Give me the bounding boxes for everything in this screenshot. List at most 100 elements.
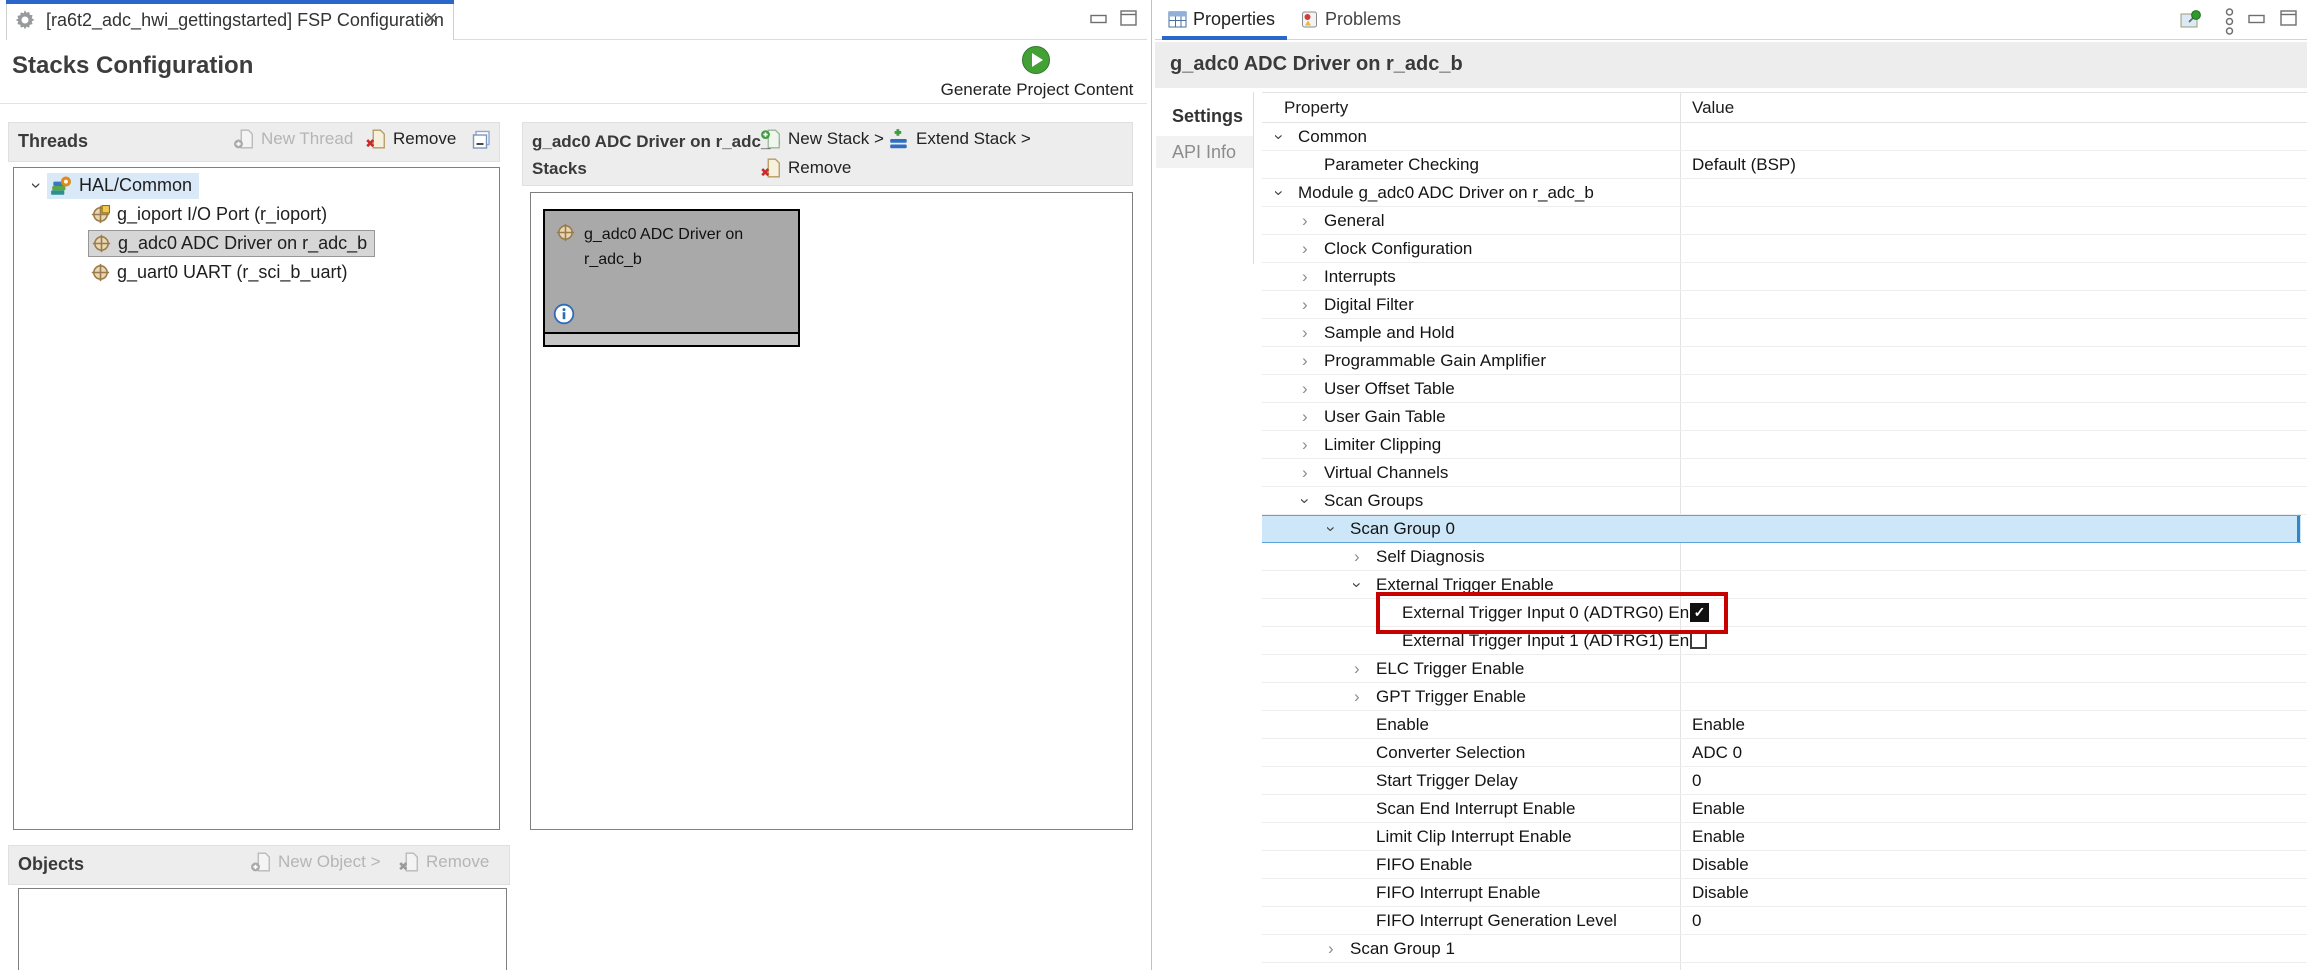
collapse-all-icon[interactable] (472, 130, 493, 151)
property-row-enable[interactable]: EnableEnable (1262, 711, 2307, 739)
chevron-right-icon[interactable]: › (1354, 659, 1360, 679)
property-value[interactable]: Enable (1692, 795, 1745, 822)
remove-object-button[interactable]: Remove (398, 851, 489, 873)
chevron-right-icon[interactable]: › (1302, 407, 1308, 427)
property-row-clock-configuration[interactable]: ›Clock Configuration (1262, 235, 2307, 263)
chevron-right-icon[interactable]: › (1302, 435, 1308, 455)
property-row-scan-end-interrupt-enable[interactable]: Scan End Interrupt EnableEnable (1262, 795, 2307, 823)
generate-project-content-label[interactable]: Generate Project Content (925, 80, 1149, 100)
adtrg1-checkbox[interactable] (1690, 632, 1707, 649)
sidebar-item-api-info[interactable]: API Info (1156, 136, 1253, 168)
maximize-icon[interactable] (1120, 10, 1138, 27)
property-row-gpt-trigger-enable[interactable]: ›GPT Trigger Enable (1262, 683, 2307, 711)
property-row-external-trigger-input-0-adtrg0-en[interactable]: External Trigger Input 0 (ADTRG0) En (1262, 599, 2307, 627)
chevron-right-icon[interactable]: › (1302, 351, 1308, 371)
close-icon[interactable]: ✕ (424, 9, 438, 29)
chevron-right-icon[interactable]: › (1302, 267, 1308, 287)
adtrg0-checkbox[interactable] (1690, 603, 1709, 622)
generate-project-content-button[interactable] (1021, 45, 1051, 80)
property-value[interactable]: Default (BSP) (1692, 151, 1796, 178)
panel-sash[interactable] (1151, 0, 1152, 970)
property-row-limiter-clipping[interactable]: ›Limiter Clipping (1262, 431, 2307, 459)
new-thread-button[interactable]: New Thread (233, 128, 353, 150)
chevron-right-icon[interactable]: › (1302, 463, 1308, 483)
new-stack-button[interactable]: New Stack > (760, 128, 884, 150)
property-row-start-trigger-delay[interactable]: Start Trigger Delay 0 (1262, 767, 2307, 795)
property-row-parameter-checking[interactable]: Parameter Checking Default (BSP) (1262, 151, 2307, 179)
tab-properties[interactable]: Properties (1168, 9, 1275, 30)
chevron-down-icon[interactable]: › (1321, 526, 1341, 532)
property-row-scan-group-1[interactable]: ›Scan Group 1 (1262, 935, 2307, 963)
property-row-external-trigger-input-1-adtrg1-en[interactable]: External Trigger Input 1 (ADTRG1) En (1262, 627, 2307, 655)
property-row-interrupts[interactable]: ›Interrupts (1262, 263, 2307, 291)
maximize-view-icon[interactable] (2280, 10, 2298, 27)
chevron-down-icon[interactable]: › (26, 183, 47, 189)
remove-stack-button[interactable]: Remove (760, 157, 851, 179)
property-row-scan-group-0[interactable]: › Scan Group 0 (1262, 515, 2301, 543)
property-row-self-diagnosis[interactable]: ›Self Diagnosis (1262, 543, 2307, 571)
properties-table: Property Value ›CommonParameter Checking… (1262, 92, 2307, 970)
property-value[interactable]: ADC 0 (1692, 739, 1742, 766)
chevron-right-icon[interactable]: › (1302, 379, 1308, 399)
property-value[interactable]: Enable (1692, 823, 1745, 850)
module-icon (91, 263, 110, 282)
new-object-icon (250, 851, 272, 873)
property-label: Scan Group 0 (1350, 519, 1455, 539)
property-value[interactable]: Disable (1692, 851, 1749, 878)
chevron-right-icon[interactable]: › (1302, 323, 1308, 343)
property-value[interactable]: Disable (1692, 879, 1749, 906)
property-label: Start Trigger Delay (1376, 771, 1518, 791)
chevron-down-icon[interactable]: › (1269, 134, 1289, 140)
property-value[interactable]: Enable (1692, 711, 1745, 738)
property-row-user-gain-table[interactable]: ›User Gain Table (1262, 403, 2307, 431)
remove-thread-button[interactable]: Remove (365, 128, 456, 150)
property-row-general[interactable]: ›General (1262, 207, 2307, 235)
tabbar-divider (454, 39, 1147, 40)
tree-item-g-adc0[interactable]: g_adc0 ADC Driver on r_adc_b (14, 229, 499, 258)
stack-card-footer (545, 332, 798, 345)
tab-problems[interactable]: Problems (1300, 9, 1401, 30)
chevron-down-icon[interactable]: › (1269, 190, 1289, 196)
property-row-sample-and-hold[interactable]: › Sample and Hold (1262, 319, 2307, 347)
property-row-user-offset-table[interactable]: ›User Offset Table (1262, 375, 2307, 403)
tree-item-hal-common[interactable]: ›HAL/Common (14, 171, 499, 200)
chevron-down-icon[interactable]: › (1347, 582, 1367, 588)
property-row-fifo-interrupt-enable[interactable]: FIFO Interrupt EnableDisable (1262, 879, 2307, 907)
property-label: Parameter Checking (1324, 155, 1479, 175)
property-row-digital-filter[interactable]: ›Digital Filter (1262, 291, 2307, 319)
property-row-fifo-interrupt-generation-level[interactable]: FIFO Interrupt Generation Level0 (1262, 907, 2307, 935)
extend-stack-button[interactable]: Extend Stack > (888, 128, 1031, 150)
new-object-button[interactable]: New Object > (250, 851, 381, 873)
property-row-virtual-channels[interactable]: ›Virtual Channels (1262, 459, 2307, 487)
property-value[interactable]: 0 (1692, 907, 1701, 934)
property-row-programmable-gain-amplifier[interactable]: ›Programmable Gain Amplifier (1262, 347, 2307, 375)
column-header-value: Value (1692, 98, 1734, 118)
chevron-right-icon[interactable]: › (1302, 295, 1308, 315)
tree-item-g-ioport[interactable]: g_ioport I/O Port (r_ioport) (14, 200, 499, 229)
tree-item-g-uart0[interactable]: g_uart0 UART (r_sci_b_uart) (14, 258, 499, 287)
property-row-scan-groups[interactable]: ›Scan Groups (1262, 487, 2307, 515)
minimize-icon[interactable] (1090, 14, 1108, 24)
chevron-right-icon[interactable]: › (1328, 939, 1334, 959)
property-label: Sample and Hold (1324, 323, 1454, 343)
info-icon[interactable] (553, 303, 575, 325)
sidebar-item-settings[interactable]: Settings (1156, 100, 1253, 132)
chevron-right-icon[interactable]: › (1302, 239, 1308, 259)
chevron-right-icon[interactable]: › (1354, 687, 1360, 707)
property-value[interactable]: 0 (1692, 767, 1701, 794)
chevron-down-icon[interactable]: › (1295, 498, 1315, 504)
minimize-view-icon[interactable] (2248, 14, 2266, 24)
stack-card-g-adc0[interactable]: g_adc0 ADC Driver on r_adc_b (543, 209, 800, 347)
property-row-external-trigger-enable[interactable]: ›External Trigger Enable (1262, 571, 2307, 599)
pin-view-icon[interactable] (2180, 9, 2204, 30)
chevron-right-icon[interactable]: › (1354, 547, 1360, 567)
property-row-limit-clip-interrupt-enable[interactable]: Limit Clip Interrupt EnableEnable (1262, 823, 2307, 851)
property-row-fifo-enable[interactable]: FIFO EnableDisable (1262, 851, 2307, 879)
chevron-right-icon[interactable]: › (1302, 211, 1308, 231)
objects-title: Objects (18, 854, 84, 875)
property-row-common[interactable]: ›Common (1262, 123, 2307, 151)
property-row-module-g-adc0-adc-driver-on-r-adc-b[interactable]: ›Module g_adc0 ADC Driver on r_adc_b (1262, 179, 2307, 207)
property-row-converter-selection[interactable]: Converter SelectionADC 0 (1262, 739, 2307, 767)
view-menu-icon[interactable] (2224, 8, 2235, 35)
property-row-elc-trigger-enable[interactable]: ›ELC Trigger Enable (1262, 655, 2307, 683)
